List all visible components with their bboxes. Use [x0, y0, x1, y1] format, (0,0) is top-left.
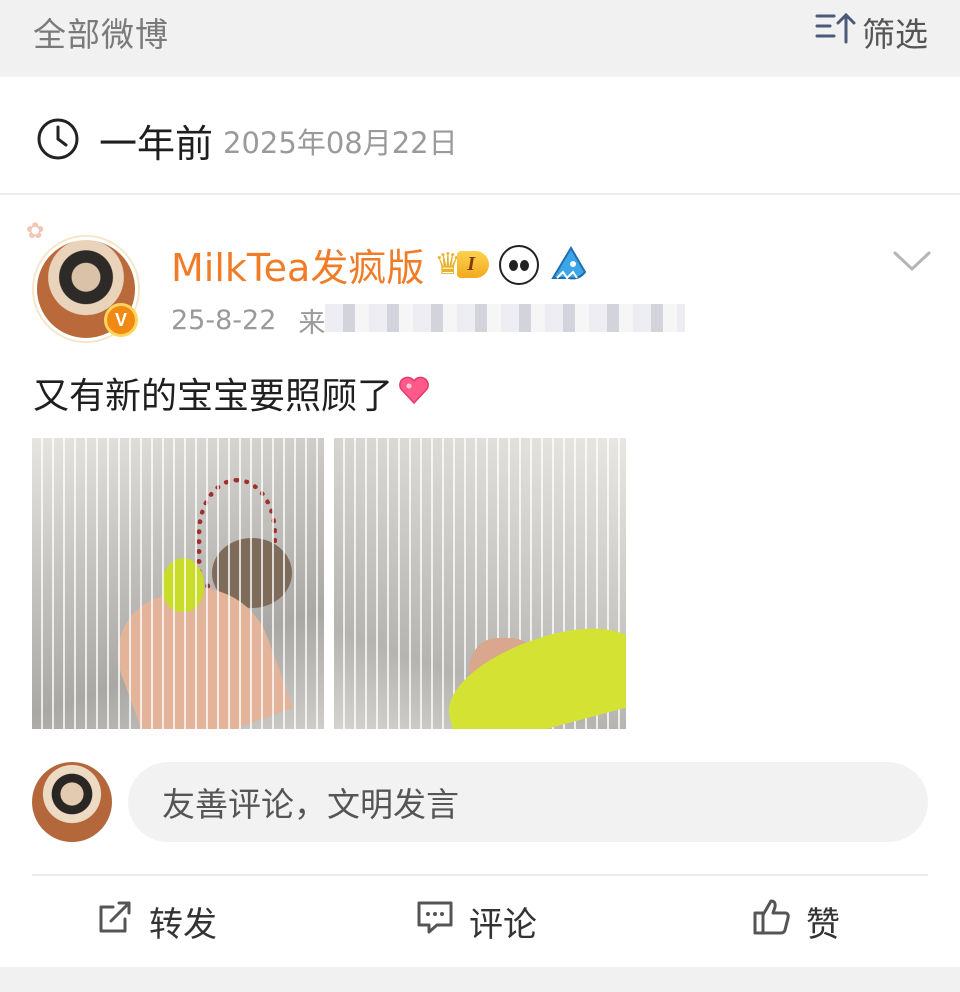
- divider: [32, 874, 928, 876]
- thumbs-up-icon: [752, 897, 792, 946]
- post-text-body: 又有新的宝宝要照顾了: [33, 376, 394, 417]
- absolute-date: 2025年08月22日: [223, 125, 458, 160]
- post-source: 来: [298, 301, 686, 340]
- author-name[interactable]: MilkTea发疯版: [171, 237, 424, 292]
- membership-badge[interactable]: ♛ I: [434, 247, 490, 283]
- shark-icon[interactable]: [549, 244, 589, 286]
- post-date: 25-8-22: [171, 305, 277, 336]
- avatar-frame-decoration: ✿: [26, 219, 45, 244]
- level-tag: I: [457, 251, 490, 278]
- post-meta: 25-8-22 来: [171, 301, 686, 340]
- cage-bars: [32, 438, 324, 729]
- top-bar: 全部微博 筛选: [0, 0, 960, 77]
- verified-badge-icon: V: [104, 303, 138, 337]
- source-prefix: 来: [298, 308, 326, 339]
- comment-input[interactable]: 友善评论，文明发言: [128, 762, 928, 842]
- my-avatar: [32, 762, 112, 842]
- comment-button[interactable]: 评论: [415, 897, 537, 946]
- post-menu-button[interactable]: [892, 249, 932, 277]
- action-bar: 转发 评论 赞: [0, 887, 960, 957]
- filter-button[interactable]: 筛选: [814, 8, 928, 56]
- like-button[interactable]: 赞: [752, 897, 840, 946]
- filter-label: 筛选: [862, 15, 928, 54]
- post-image-2[interactable]: [334, 438, 626, 729]
- chevron-down-icon: [892, 251, 932, 277]
- comment-bar: 友善评论，文明发言: [0, 760, 960, 850]
- redacted-source: [325, 304, 686, 332]
- author-avatar[interactable]: ✿ V: [26, 219, 144, 343]
- panda-icon[interactable]: [499, 244, 540, 285]
- author-row: MilkTea发疯版 ♛ I: [171, 237, 589, 292]
- comment-icon: [415, 897, 455, 946]
- bottom-spacer: [0, 967, 960, 992]
- comment-placeholder: 友善评论，文明发言: [162, 785, 459, 824]
- repost-label: 转发: [149, 905, 217, 945]
- time-section: 一年前 2025年08月22日: [0, 77, 960, 195]
- sort-up-icon: [814, 10, 856, 54]
- post-text: 又有新的宝宝要照顾了: [33, 367, 431, 419]
- clock-icon: [35, 116, 81, 166]
- repost-button[interactable]: 转发: [95, 897, 217, 946]
- relative-time: 一年前: [99, 122, 214, 166]
- post-card: ✿ V MilkTea发疯版 ♛ I 25-8-22 来 又有新的宝宝要照顾了: [0, 197, 960, 967]
- heart-emoji-icon: [393, 373, 431, 414]
- feed-title: 全部微博: [33, 15, 169, 54]
- like-label: 赞: [806, 905, 840, 945]
- comment-label: 评论: [469, 905, 537, 945]
- post-image-1[interactable]: [32, 438, 324, 729]
- share-icon: [95, 897, 135, 946]
